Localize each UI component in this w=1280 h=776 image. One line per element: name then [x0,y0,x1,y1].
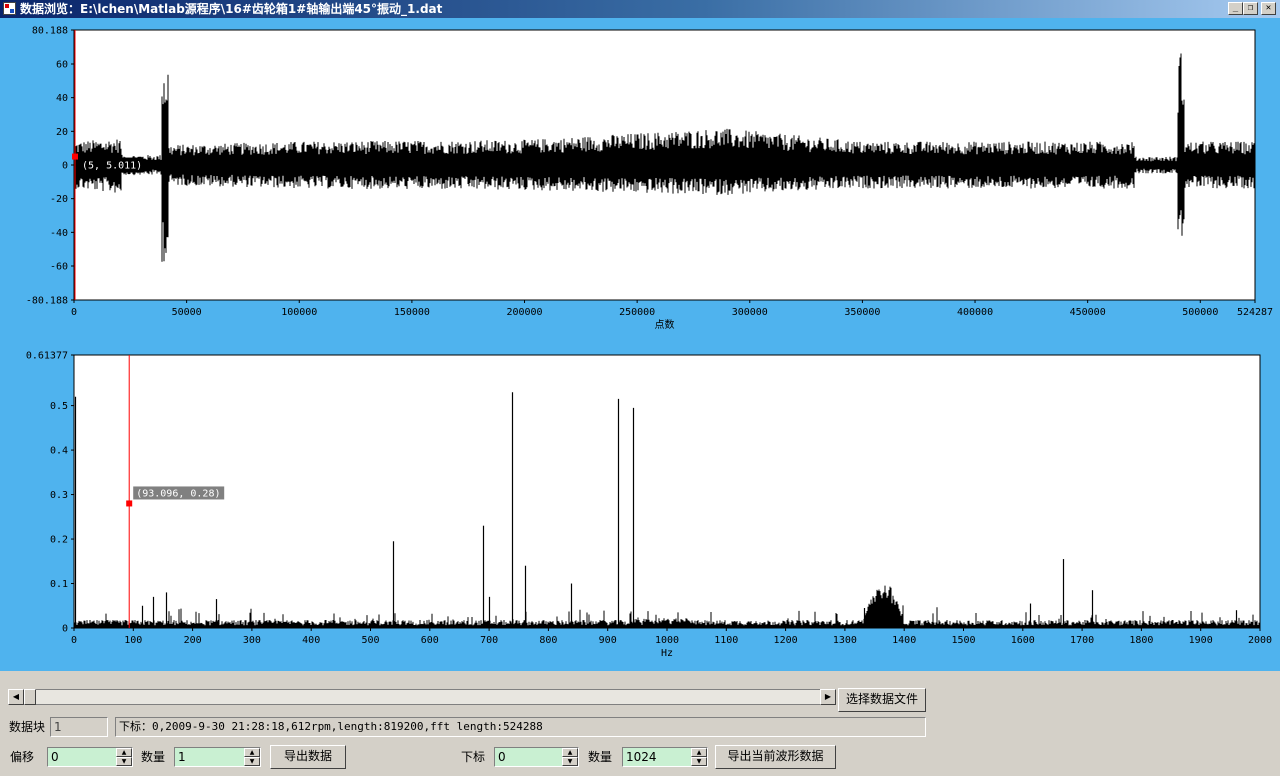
select-data-file-button[interactable]: 选择数据文件 [838,688,926,712]
offset-stepper[interactable]: 0 ▲ ▼ [47,747,133,767]
block-field[interactable]: 1 [50,717,108,737]
plot-frame [73,354,1261,629]
x-tick-label: 200000 [506,307,542,318]
y-tick-label: 40 [56,93,68,104]
spin-up-icon[interactable]: ▲ [691,748,707,757]
cursor-marker [126,500,133,507]
x-tick-label: 524287 [1237,307,1273,318]
y-tick-label: 0.61377 [26,351,68,362]
y-tick-label: -20 [50,194,68,205]
x-tick-label: 50000 [172,307,202,318]
x-tick-label: 900 [599,635,617,646]
x-tick-label: 250000 [619,307,655,318]
index-value: 0 [498,750,506,764]
x-tick-label: 100 [124,635,142,646]
spin-down-icon[interactable]: ▼ [244,757,260,766]
cursor-marker [72,153,79,160]
x-tick-label: 2000 [1248,635,1272,646]
info-field: 下标：0,2009-9-30 21:28:18,612rpm,length:81… [115,717,926,737]
index-stepper[interactable]: 0 ▲ ▼ [494,747,579,767]
x-tick-label: 350000 [844,307,880,318]
y-tick-label: 0.1 [50,579,68,590]
x-tick-label: 300 [243,635,261,646]
x-axis-label: Hz [661,648,673,659]
export-data-button[interactable]: 导出数据 [270,745,346,769]
x-tick-label: 600 [421,635,439,646]
plots-svg: 80.1886040200-20-40-60-80.1880 50000 10000… [26,26,1273,660]
spin-up-icon[interactable]: ▲ [562,748,578,757]
horizontal-scrollbar[interactable]: ◀ ▶ [8,689,836,705]
x-tick-label: 700 [480,635,498,646]
x-tick-label: 1900 [1189,635,1213,646]
y-tick-label: 0.4 [50,446,68,457]
title-bar: 数据浏览：E:\lchen\Matlab源程序\16#齿轮箱1#轴输出端45°振… [0,0,1280,18]
spin-down-icon[interactable]: ▼ [116,757,132,766]
count2-label: 数量 [588,750,613,764]
y-tick-label: 0 [62,161,68,172]
x-tick-label: 1400 [892,635,916,646]
x-tick-label: 1600 [1011,635,1035,646]
offset-value: 0 [51,750,59,764]
y-tick-label: 0.3 [50,490,68,501]
count-label: 数量 [141,750,166,764]
x-tick-label: 200 [184,635,202,646]
x-tick-label: 800 [539,635,557,646]
export-waveform-button[interactable]: 导出当前波形数据 [715,745,836,769]
y-tick-label: -60 [50,262,68,273]
count-value: 1 [178,750,186,764]
x-tick-label: 500000 [1182,307,1218,318]
x-tick-label: 450000 [1070,307,1106,318]
x-tick-label: 400 [302,635,320,646]
scroll-thumb[interactable] [24,689,36,705]
index-label: 下标 [461,750,486,764]
minimize-button[interactable]: _ [1228,2,1243,15]
x-tick-label: 300000 [732,307,768,318]
x-tick-label: 1200 [774,635,798,646]
count2-value: 1024 [626,750,657,764]
y-tick-label: 80.188 [32,26,68,37]
offset-label: 偏移 [10,750,35,764]
spectrum-chart[interactable]: 0.61377 0.5 0.4 0.3 0.2 0.1 00 100 200 300 400 500 6… [26,351,1272,660]
y-tick-label: 20 [56,127,68,138]
x-tick-label: 1500 [951,635,975,646]
x-tick-label: 1800 [1129,635,1153,646]
spin-down-icon[interactable]: ▼ [691,757,707,766]
x-tick-label: 1300 [833,635,857,646]
block-label: 数据块 [9,720,46,734]
count-stepper[interactable]: 1 ▲ ▼ [174,747,261,767]
close-button[interactable]: ✕ [1261,2,1276,15]
y-tick-label: 0.2 [50,535,68,546]
x-tick-label: 0 [71,635,77,646]
x-tick-label: 1000 [655,635,679,646]
x-tick-label: 0 [71,307,77,318]
cursor-label: (5, 5.011) [82,161,142,172]
restore-button[interactable]: ❐ [1243,2,1258,15]
control-panel: ◀ ▶ 选择数据文件 数据块 1 下标：0,2009-9-30 21:28:18… [0,671,1280,776]
x-tick-label: 400000 [957,307,993,318]
y-tick-label: 0.5 [50,401,68,412]
plot-area: 80.188 60 40 20 0 -20 -40 -60 -80.188 0 50000 10000… [0,18,1280,671]
y-tick-label: -40 [50,228,68,239]
scroll-right-arrow-icon[interactable]: ▶ [820,689,836,705]
spin-down-icon[interactable]: ▼ [562,757,578,766]
x-tick-label: 500 [361,635,379,646]
app-window-icon[interactable] [3,2,16,15]
x-axis-label: 点数 [655,318,675,331]
y-tick-label: -80.188 [26,296,68,307]
scroll-left-arrow-icon[interactable]: ◀ [8,689,24,705]
count2-stepper[interactable]: 1024 ▲ ▼ [622,747,708,767]
x-tick-label: 1100 [714,635,738,646]
y-tick-label: 60 [56,59,68,70]
cursor-label: (93.096, 0.28) [136,488,220,499]
y-tick-label: 0 [62,624,68,635]
spin-up-icon[interactable]: ▲ [116,748,132,757]
x-tick-label: 150000 [394,307,430,318]
window-title: 数据浏览：E:\lchen\Matlab源程序\16#齿轮箱1#轴输出端45°振… [20,2,443,16]
time-waveform-chart[interactable]: 80.1886040200-20-40-60-80.1880 50000 10000… [26,26,1273,332]
spin-up-icon[interactable]: ▲ [244,748,260,757]
x-tick-label: 100000 [281,307,317,318]
x-tick-label: 1700 [1070,635,1094,646]
